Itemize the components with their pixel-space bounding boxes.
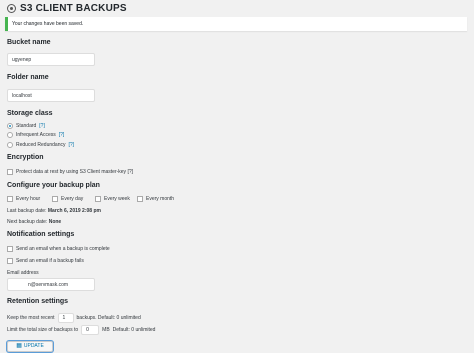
storage-class-heading: Storage class — [7, 110, 53, 117]
week-checkbox[interactable] — [95, 196, 101, 202]
notify-complete-option[interactable]: Send an email when a backup is complete — [7, 246, 110, 252]
help-link[interactable]: [?] — [39, 123, 45, 129]
limit-size-label: Limit the total size of backups to — [7, 327, 79, 333]
plan-option-hour[interactable]: Every hour — [7, 196, 40, 202]
save-icon: ▦ — [16, 343, 22, 349]
keep-recent-input[interactable]: 1 — [57, 313, 74, 323]
update-button[interactable]: ▦ UPDATE — [7, 341, 53, 352]
storage-option-reduced[interactable]: Reduced Redundancy [?] — [7, 142, 74, 148]
limit-size-input[interactable]: 0 — [81, 325, 100, 335]
storage-option-label: Infrequent Access — [16, 132, 56, 138]
update-button-label: UPDATE — [23, 343, 44, 349]
plan-option-label: Every day — [61, 196, 84, 202]
plan-option-label: Every month — [146, 196, 175, 202]
radio-reduced[interactable] — [7, 142, 13, 148]
encryption-checkbox[interactable] — [7, 169, 13, 175]
limit-size-row: Limit the total size of backups to 0 MB … — [7, 325, 155, 335]
limit-size-suffix: Default: 0 unlimited — [112, 327, 156, 333]
backup-plan-heading: Configure your backup plan — [7, 182, 100, 189]
plan-option-day[interactable]: Every day — [52, 196, 83, 202]
plan-option-label: Every hour — [16, 196, 41, 202]
notify-fail-checkbox[interactable] — [7, 258, 13, 264]
encryption-label: Protect data at rest by using S3 Client … — [16, 169, 133, 175]
folder-heading: Folder name — [7, 74, 49, 81]
storage-option-label: Standard — [16, 123, 37, 129]
storage-option-label: Reduced Redundancy — [16, 142, 66, 148]
limit-unit-select[interactable]: MB — [102, 327, 110, 333]
next-backup-value: None — [48, 219, 62, 225]
next-backup-date: Next backup date: None — [7, 219, 61, 225]
retention-heading: Retention settings — [7, 298, 69, 305]
notification-heading: Notification settings — [7, 231, 75, 238]
notify-fail-label: Send an email if a backup fails — [16, 258, 84, 264]
keep-recent-suffix: backups. Default: 0 unlimited — [76, 315, 141, 321]
radio-standard[interactable] — [7, 123, 13, 129]
folder-name-input[interactable]: localhost — [7, 89, 95, 102]
radio-infrequent[interactable] — [7, 132, 13, 138]
plan-option-label: Every week — [104, 196, 130, 202]
day-checkbox[interactable] — [52, 196, 58, 202]
encryption-option[interactable]: Protect data at rest by using S3 Client … — [7, 169, 133, 175]
last-backup-value: March 6, 2019 2:08 pm — [47, 208, 101, 214]
gear-icon — [7, 4, 16, 13]
storage-option-infrequent[interactable]: Infrequent Access [?] — [7, 132, 64, 138]
page-title: S3 CLIENT BACKUPS — [20, 3, 127, 14]
email-label: Email address — [7, 270, 39, 276]
bucket-heading: Bucket name — [7, 39, 51, 46]
email-input[interactable]: n@servmask.com — [7, 278, 95, 291]
next-backup-label: Next backup date: — [7, 219, 48, 225]
notice-text: Your changes have been saved. — [12, 21, 84, 27]
storage-option-standard[interactable]: Standard [?] — [7, 123, 45, 129]
bucket-name-input[interactable]: ugyenep — [7, 53, 95, 66]
help-link[interactable]: [?] — [59, 132, 65, 138]
notify-complete-label: Send an email when a backup is complete — [16, 246, 110, 252]
plan-option-month[interactable]: Every month — [137, 196, 174, 202]
last-backup-label: Last backup date: — [7, 208, 47, 214]
success-notice: Your changes have been saved. — [5, 17, 467, 31]
hour-checkbox[interactable] — [7, 196, 13, 202]
keep-recent-label: Keep the most recent — [7, 315, 55, 321]
notify-fail-option[interactable]: Send an email if a backup fails — [7, 258, 84, 264]
keep-recent-row: Keep the most recent 1 backups. Default:… — [7, 313, 141, 323]
help-link[interactable]: [?] — [68, 142, 74, 148]
month-checkbox[interactable] — [137, 196, 143, 202]
encryption-heading: Encryption — [7, 154, 44, 161]
last-backup-date: Last backup date: March 6, 2019 2:08 pm — [7, 208, 101, 214]
plan-option-week[interactable]: Every week — [95, 196, 130, 202]
notify-complete-checkbox[interactable] — [7, 246, 13, 252]
page-header: S3 CLIENT BACKUPS — [7, 3, 127, 14]
